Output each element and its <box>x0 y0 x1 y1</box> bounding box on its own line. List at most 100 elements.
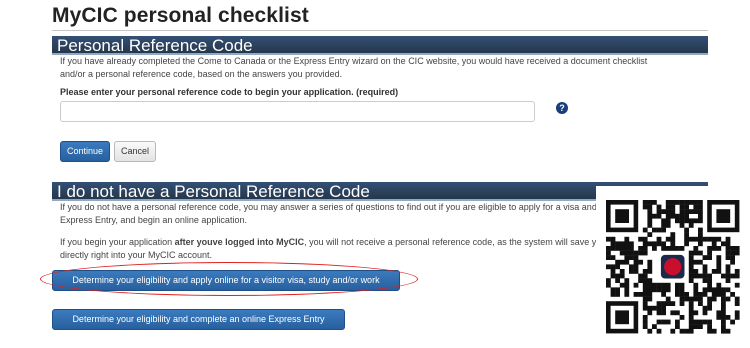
qr-module <box>725 264 731 270</box>
qr-module <box>716 310 722 316</box>
qr-module <box>693 273 699 279</box>
qr-module <box>661 246 666 251</box>
qr-module <box>725 273 731 279</box>
qr-module <box>638 292 643 297</box>
express-entry-eligibility-button[interactable]: Determine your eligibility and complete … <box>52 309 345 343</box>
qr-module <box>624 292 630 297</box>
qr-module <box>661 319 666 325</box>
qr-module <box>688 328 694 334</box>
qr-module <box>688 209 694 214</box>
qr-module <box>698 241 703 247</box>
qr-finder-inner <box>716 209 731 223</box>
qr-finder-inner <box>615 209 629 223</box>
qr-module <box>707 301 712 306</box>
qr-module <box>702 278 708 283</box>
reference-code-input[interactable] <box>60 101 535 122</box>
qr-module <box>721 305 726 311</box>
qr-module <box>716 315 722 320</box>
qr-module <box>707 305 712 311</box>
qr-module <box>707 273 712 279</box>
qr-module <box>721 292 726 297</box>
qr-module <box>633 292 639 297</box>
qr-module <box>670 301 676 306</box>
qr-module <box>679 287 685 293</box>
qr-module <box>656 209 662 214</box>
qr-module <box>688 310 694 316</box>
qr-module <box>624 282 630 288</box>
qr-module <box>665 209 671 214</box>
qr-module <box>629 246 634 251</box>
qr-module <box>642 246 648 251</box>
qr-module <box>734 269 740 274</box>
qr-module <box>642 296 648 302</box>
qr-module <box>725 255 731 260</box>
qr-module <box>642 236 648 242</box>
question-circle-icon[interactable]: ? <box>556 102 568 114</box>
visitor-visa-eligibility-button[interactable]: Determine your eligibility and apply onl… <box>52 270 400 304</box>
qr-module <box>679 292 685 297</box>
qr-module <box>638 273 643 279</box>
qr-module <box>629 264 634 270</box>
qr-module <box>698 259 703 265</box>
qr-module <box>679 301 685 306</box>
qr-module <box>725 246 731 251</box>
qr-module <box>675 282 680 288</box>
qr-module <box>619 269 625 274</box>
qr-module <box>716 264 722 270</box>
qr-module <box>684 218 689 224</box>
qr-module <box>670 204 676 210</box>
qr-module <box>730 250 735 256</box>
qr-module <box>652 246 657 251</box>
qr-module <box>721 315 726 320</box>
qr-module <box>684 328 689 334</box>
qr-module <box>693 319 699 325</box>
qr-module <box>721 296 726 302</box>
qr-module <box>647 305 653 311</box>
qr-module <box>665 319 671 325</box>
qr-module <box>647 269 653 274</box>
continue-button[interactable]: Continue <box>60 141 110 162</box>
qr-module <box>642 269 648 274</box>
qr-module <box>730 259 735 265</box>
qr-module <box>698 296 703 302</box>
qr-module <box>734 282 740 288</box>
qr-module <box>693 236 699 242</box>
qr-module <box>675 213 680 219</box>
qr-module <box>721 324 726 329</box>
qr-module <box>661 310 666 316</box>
qr-module <box>721 273 726 279</box>
qr-module <box>711 287 717 293</box>
qr-module <box>661 301 666 306</box>
qr-module <box>642 273 648 279</box>
qr-module <box>647 213 653 219</box>
qr-module <box>711 292 717 297</box>
qr-module <box>734 315 740 320</box>
qr-module <box>711 241 717 247</box>
qr-module <box>647 287 653 293</box>
reference-code-label: Please enter your personal reference cod… <box>60 87 399 97</box>
qr-module <box>624 236 630 242</box>
qr-module <box>624 246 630 251</box>
qr-module <box>638 236 643 242</box>
qr-module <box>675 324 680 329</box>
qr-module <box>716 287 722 293</box>
qr-module <box>675 200 680 205</box>
qr-module <box>661 241 666 247</box>
qr-module <box>665 218 671 224</box>
qr-module <box>707 278 712 283</box>
qr-module <box>656 287 662 293</box>
qr-module <box>656 328 662 334</box>
qr-module <box>610 264 616 270</box>
qr-module <box>665 301 671 306</box>
qr-module <box>615 241 620 247</box>
qr-module <box>688 273 694 279</box>
qr-module <box>661 223 666 228</box>
qr-module <box>725 250 731 256</box>
qr-module <box>615 278 620 283</box>
cancel-button[interactable]: Cancel <box>114 141 156 162</box>
qr-module <box>716 259 722 265</box>
qr-module <box>688 278 694 283</box>
qr-module <box>725 269 731 274</box>
qr-module <box>730 273 735 279</box>
qr-module <box>652 200 657 205</box>
